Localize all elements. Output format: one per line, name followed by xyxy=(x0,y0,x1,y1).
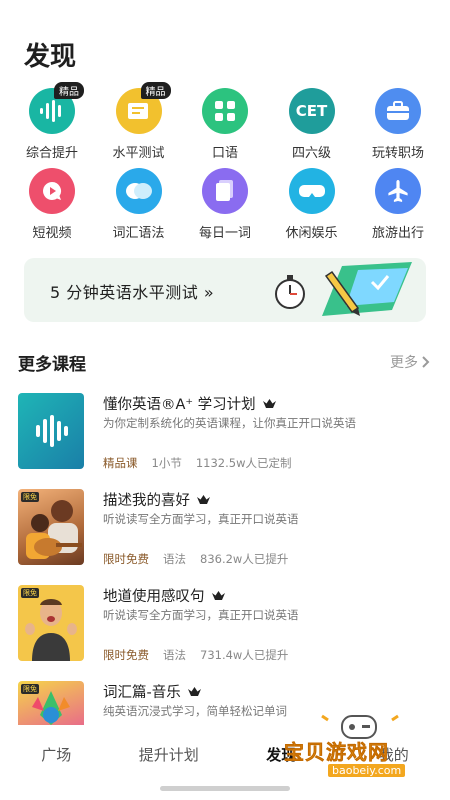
premium-badge: 精品 xyxy=(140,82,171,99)
course-title: 描述我的喜好 xyxy=(103,493,190,509)
vip-icon xyxy=(211,591,225,600)
category-travel[interactable]: 旅游出行 xyxy=(360,168,436,248)
category-comprehensive[interactable]: 精品 综合提升 xyxy=(14,82,90,168)
banner-text: 5 分钟英语水平测试 » xyxy=(50,283,215,302)
category-workplace[interactable]: 玩转职场 xyxy=(360,88,436,168)
premium-badge: 精品 xyxy=(54,82,84,99)
course-type: 1小节 xyxy=(151,456,182,470)
more-courses-link[interactable]: 更多 xyxy=(390,352,430,372)
category-leisure[interactable]: 休闲娱乐 xyxy=(274,168,350,248)
course-thumbnail: 限免 xyxy=(18,681,84,725)
category-label: 每日一词 xyxy=(198,226,251,241)
vip-icon xyxy=(262,399,276,408)
page-title: 发现 xyxy=(24,42,77,72)
cet-icon: CET xyxy=(288,88,335,134)
course-description: 听说读写全方面学习，真正开口说英语 xyxy=(103,512,299,526)
daily-card-icon xyxy=(202,168,248,214)
course-title: 词汇篇-音乐 xyxy=(103,685,181,701)
vr-glasses-icon xyxy=(288,168,335,214)
category-label: 词汇语法 xyxy=(112,226,165,241)
home-indicator[interactable] xyxy=(160,786,290,791)
category-cet[interactable]: CET 四六级 xyxy=(274,88,350,168)
chevron-right-icon xyxy=(422,356,430,368)
tab-improvement-plan[interactable]: 提升计划 xyxy=(113,730,226,776)
category-label: 玩转职场 xyxy=(371,146,424,161)
course-thumbnail: 限免 xyxy=(18,585,84,661)
tab-square[interactable]: 广场 xyxy=(0,730,113,776)
course-description: 为你定制系统化的英语课程，让你真正开口说英语 xyxy=(103,416,356,430)
category-label: 休闲娱乐 xyxy=(285,226,338,241)
category-speaking[interactable]: 口语 xyxy=(187,88,263,168)
course-thumbnail: 限免 xyxy=(18,489,84,565)
category-daily-word[interactable]: 每日一词 xyxy=(187,168,263,248)
free-badge: 限免 xyxy=(21,588,39,598)
more-label: 更多 xyxy=(390,355,418,371)
watermark-url: baobeiy.com xyxy=(328,764,406,777)
course-tag: 精品课 xyxy=(103,456,138,470)
sound-wave-icon xyxy=(36,415,68,447)
video-bubble-icon xyxy=(29,168,75,214)
stopwatch-pencil-illustration xyxy=(275,262,412,316)
watermark-title: 宝贝游戏网 xyxy=(284,740,389,765)
airplane-icon xyxy=(375,168,421,214)
course-count: 836.2w人已提升 xyxy=(200,552,289,566)
category-label: 短视频 xyxy=(32,226,72,241)
course-description: 纯英语沉浸式学习，简单轻松记单词 xyxy=(103,704,287,718)
category-label: 四六级 xyxy=(291,146,331,161)
vip-icon xyxy=(197,495,210,504)
course-item[interactable]: 限免 描述我的喜好 听说读写全方面学习，真正开口说英语 限时免费 语法 836.… xyxy=(18,489,432,571)
category-level-test[interactable]: 精品 水平测试 xyxy=(101,82,177,168)
course-title: 懂你英语®A⁺ 学习计划 xyxy=(103,397,256,413)
free-badge: 限免 xyxy=(21,492,39,502)
category-short-video[interactable]: 短视频 xyxy=(14,168,90,248)
category-label: 口语 xyxy=(211,146,238,161)
briefcase-icon xyxy=(375,88,421,134)
course-thumbnail xyxy=(18,393,84,469)
course-count: 1132.5w人已定制 xyxy=(195,456,292,470)
free-badge: 限免 xyxy=(21,684,39,694)
level-test-banner[interactable]: 5 分钟英语水平测试 » xyxy=(24,258,426,322)
course-description: 听说读写全方面学习，真正开口说英语 xyxy=(103,608,299,622)
vip-icon xyxy=(187,687,201,696)
course-tag: 限时免费 xyxy=(103,648,149,662)
category-label: 水平测试 xyxy=(112,146,165,161)
course-tag: 限时免费 xyxy=(103,552,149,566)
course-title: 地道使用感叹句 xyxy=(103,589,205,605)
chat-bubbles-icon xyxy=(115,168,162,214)
category-label: 综合提升 xyxy=(25,146,78,161)
course-type: 语法 xyxy=(163,552,186,566)
section-title: 更多课程 xyxy=(18,355,86,375)
category-vocab-grammar[interactable]: 词汇语法 xyxy=(101,168,177,248)
category-label: 旅游出行 xyxy=(371,226,424,241)
course-type: 语法 xyxy=(163,648,186,662)
course-count: 731.4w人已提升 xyxy=(200,648,289,662)
grid-icon xyxy=(202,88,248,134)
category-grid: 精品 综合提升 精品 水平测试 口语 CET 四六级 玩转职场 短视频 词汇语法… xyxy=(14,82,436,248)
course-item[interactable]: 限免 地道使用感叹句 听说读写全方面学习，真正开口说英语 限时免费 语法 731… xyxy=(18,585,432,667)
course-item[interactable]: 懂你英语®A⁺ 学习计划 为你定制系统化的英语课程，让你真正开口说英语 精品课 … xyxy=(18,393,432,475)
